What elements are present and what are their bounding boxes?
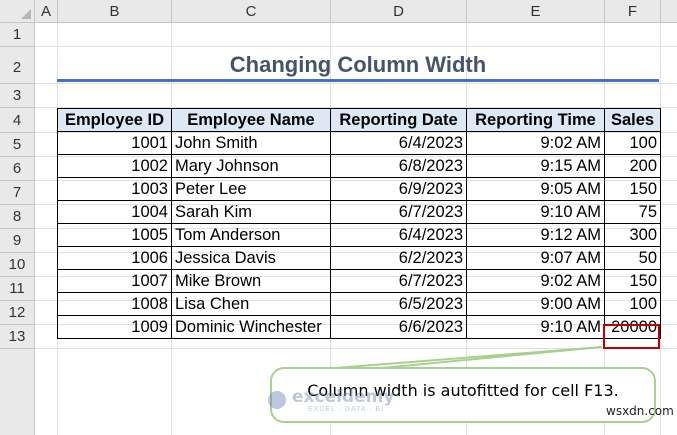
cell-reporting-time[interactable]: 9:12 AM <box>466 223 605 247</box>
header-employee-id[interactable]: Employee ID <box>57 108 172 132</box>
cell-sales[interactable]: 200 <box>604 154 661 178</box>
select-all-corner[interactable] <box>0 0 35 23</box>
cell-employee-id[interactable]: 1008 <box>57 292 172 316</box>
cell-reporting-time[interactable]: 9:10 AM <box>466 315 605 339</box>
column-header-f[interactable]: F <box>605 0 661 23</box>
row-header-7[interactable]: 7 <box>0 181 35 205</box>
cell-reporting-time[interactable]: 9:07 AM <box>466 246 605 270</box>
row-header-2[interactable]: 2 <box>0 47 35 84</box>
cell-reporting-time[interactable]: 9:02 AM <box>466 131 605 155</box>
table-row: 1008 Lisa Chen 6/5/2023 9:00 AM 100 <box>57 292 661 316</box>
cell-sales[interactable]: 75 <box>604 200 661 224</box>
column-header-b[interactable]: B <box>58 0 172 23</box>
column-header-e[interactable]: E <box>467 0 605 23</box>
column-header-g <box>661 0 677 23</box>
gridline <box>35 83 677 84</box>
gridline <box>35 348 677 349</box>
select-all-triangle-icon <box>21 9 31 19</box>
cell-reporting-date[interactable]: 6/5/2023 <box>330 292 467 316</box>
header-reporting-time[interactable]: Reporting Time <box>466 108 605 132</box>
table-row: 1005 Tom Anderson 6/4/2023 9:12 AM 300 <box>57 223 661 247</box>
cell-reporting-time[interactable]: 9:02 AM <box>466 269 605 293</box>
cell-reporting-date[interactable]: 6/6/2023 <box>330 315 467 339</box>
row-header-10[interactable]: 10 <box>0 253 35 277</box>
watermark-name: exceldemy <box>292 387 395 407</box>
cell-employee-id[interactable]: 1001 <box>57 131 172 155</box>
cell-reporting-date[interactable]: 6/9/2023 <box>330 177 467 201</box>
cell-sales[interactable]: 150 <box>604 177 661 201</box>
cell-sales[interactable]: 100 <box>604 292 661 316</box>
column-header-a[interactable]: A <box>35 0 58 23</box>
cell-sales-f13[interactable]: 20000 <box>604 315 661 339</box>
cell-reporting-time[interactable]: 9:00 AM <box>466 292 605 316</box>
cell-employee-name[interactable]: Mary Johnson <box>171 154 331 178</box>
cell-employee-id[interactable]: 1003 <box>57 177 172 201</box>
cell-employee-id[interactable]: 1006 <box>57 246 172 270</box>
corner-mark: wsxdn.com <box>606 404 674 418</box>
cell-reporting-date[interactable]: 6/8/2023 <box>330 154 467 178</box>
row-header-6[interactable]: 6 <box>0 157 35 181</box>
cell-employee-name[interactable]: John Smith <box>171 131 331 155</box>
cell-reporting-date[interactable]: 6/4/2023 <box>330 131 467 155</box>
employee-table: Employee ID Employee Name Reporting Date… <box>57 108 661 339</box>
header-employee-name[interactable]: Employee Name <box>171 108 331 132</box>
table-header-row: Employee ID Employee Name Reporting Date… <box>57 108 661 132</box>
cell-employee-id[interactable]: 1002 <box>57 154 172 178</box>
row-header-1[interactable]: 1 <box>0 23 35 47</box>
row-header-empty <box>0 349 35 435</box>
table-row: 1007 Mike Brown 6/7/2023 9:02 AM 150 <box>57 269 661 293</box>
title-underline <box>57 79 659 82</box>
cell-employee-name[interactable]: Dominic Winchester <box>171 315 331 339</box>
cell-sales[interactable]: 300 <box>604 223 661 247</box>
cell-reporting-time[interactable]: 9:05 AM <box>466 177 605 201</box>
cell-reporting-date[interactable]: 6/4/2023 <box>330 223 467 247</box>
cell-employee-id[interactable]: 1007 <box>57 269 172 293</box>
cell-employee-name[interactable]: Lisa Chen <box>171 292 331 316</box>
cell-reporting-time[interactable]: 9:10 AM <box>466 200 605 224</box>
cell-reporting-date[interactable]: 6/2/2023 <box>330 246 467 270</box>
row-header-4[interactable]: 4 <box>0 108 35 133</box>
header-sales[interactable]: Sales <box>604 108 661 132</box>
cell-reporting-date[interactable]: 6/7/2023 <box>330 200 467 224</box>
row-header-12[interactable]: 12 <box>0 301 35 325</box>
row-header-9[interactable]: 9 <box>0 229 35 253</box>
row-header-11[interactable]: 11 <box>0 277 35 301</box>
table-row: 1001 John Smith 6/4/2023 9:02 AM 100 <box>57 131 661 155</box>
spreadsheet-grid: A B C D E F 1 2 3 4 5 6 7 8 9 10 11 12 1… <box>0 0 677 435</box>
cell-reporting-time[interactable]: 9:15 AM <box>466 154 605 178</box>
cell-sales[interactable]: 150 <box>604 269 661 293</box>
table-row: 1003 Peter Lee 6/9/2023 9:05 AM 150 <box>57 177 661 201</box>
row-header-5[interactable]: 5 <box>0 133 35 157</box>
cell-employee-name[interactable]: Peter Lee <box>171 177 331 201</box>
cell-sales[interactable]: 50 <box>604 246 661 270</box>
row-header-13[interactable]: 13 <box>0 325 35 349</box>
column-header-d[interactable]: D <box>331 0 467 23</box>
cell-employee-id[interactable]: 1009 <box>57 315 172 339</box>
sheet-title[interactable]: Changing Column Width <box>57 48 659 82</box>
table-row: 1004 Sarah Kim 6/7/2023 9:10 AM 75 <box>57 200 661 224</box>
cell-employee-name[interactable]: Jessica Davis <box>171 246 331 270</box>
table-row: 1002 Mary Johnson 6/8/2023 9:15 AM 200 <box>57 154 661 178</box>
watermark: exceldemy EXCEL · DATA · BI <box>268 387 418 417</box>
cell-employee-name[interactable]: Sarah Kim <box>171 200 331 224</box>
row-header-3[interactable]: 3 <box>0 84 35 108</box>
cell-employee-name[interactable]: Mike Brown <box>171 269 331 293</box>
table-row: 1006 Jessica Davis 6/2/2023 9:07 AM 50 <box>57 246 661 270</box>
watermark-tagline: EXCEL · DATA · BI <box>308 406 384 413</box>
exceldemy-logo-icon <box>268 391 286 409</box>
cell-reporting-date[interactable]: 6/7/2023 <box>330 269 467 293</box>
header-reporting-date[interactable]: Reporting Date <box>330 108 467 132</box>
cell-sales[interactable]: 100 <box>604 131 661 155</box>
cell-employee-name[interactable]: Tom Anderson <box>171 223 331 247</box>
column-header-c[interactable]: C <box>172 0 331 23</box>
cell-employee-id[interactable]: 1004 <box>57 200 172 224</box>
cell-employee-id[interactable]: 1005 <box>57 223 172 247</box>
gridline <box>35 46 677 47</box>
row-header-8[interactable]: 8 <box>0 205 35 229</box>
table-row: 1009 Dominic Winchester 6/6/2023 9:10 AM… <box>57 315 661 339</box>
